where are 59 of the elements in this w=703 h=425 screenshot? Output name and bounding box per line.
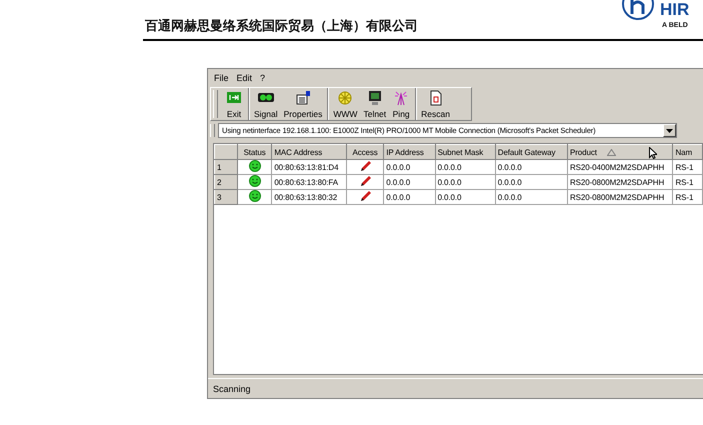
row-header[interactable]: 1 — [214, 160, 238, 174]
smiley-icon — [248, 190, 261, 202]
column-header[interactable]: Product — [568, 144, 673, 160]
smiley-icon — [248, 160, 261, 172]
table-cell: RS20-0800M2M2SDAPHH — [568, 190, 673, 204]
row-header[interactable]: 2 — [214, 174, 238, 190]
smiley-icon — [248, 176, 261, 187]
ping-icon — [393, 90, 410, 106]
table-cell: RS20-0400M2M2SDAPHH — [568, 160, 673, 174]
rescan-icon — [428, 90, 444, 106]
properties-icon — [295, 90, 312, 106]
properties-button[interactable]: Properties — [280, 88, 326, 120]
table-cell: 00:80:63:13:80:32 — [272, 190, 346, 204]
column-header[interactable]: MAC Address — [272, 144, 346, 160]
column-header[interactable]: Status — [237, 144, 272, 160]
column-header[interactable]: Access — [346, 144, 384, 160]
table-cell: 0.0.0.0 — [384, 174, 436, 190]
sort-icon — [606, 148, 616, 156]
table-cell: 00:80:63:13:81:D4 — [272, 160, 346, 174]
rescan-button[interactable]: Rescan — [418, 88, 453, 120]
menu-item[interactable]: Edit — [236, 72, 252, 82]
table-cell: 0.0.0.0 — [495, 174, 568, 190]
table-cell: 0.0.0.0 — [435, 174, 496, 190]
table-cell: 0.0.0.0 — [384, 190, 436, 204]
menu-item[interactable]: ? — [260, 72, 266, 82]
exit-icon — [226, 90, 242, 106]
pencil-icon — [359, 160, 372, 172]
exit-button[interactable]: Exit — [222, 88, 246, 120]
table-cell: RS-1 — [672, 190, 702, 204]
column-header[interactable]: IP Address — [384, 144, 436, 160]
table-cell: 0.0.0.0 — [495, 160, 568, 174]
signal-button[interactable]: Signal — [251, 88, 281, 120]
row-header[interactable]: 3 — [214, 190, 238, 204]
status-text: Scanning — [213, 384, 251, 394]
logo-text: HIR — [660, 0, 690, 19]
ping-button[interactable]: Ping — [389, 88, 414, 120]
table-cell: 0.0.0.0 — [384, 160, 436, 174]
table-cell: RS20-0800M2M2SDAPHH — [568, 174, 673, 190]
table-cell: 00:80:63:13:80:FA — [272, 174, 346, 190]
caret-icon — [666, 128, 673, 132]
table-cell: 0.0.0.0 — [435, 190, 496, 204]
telnet-button[interactable]: Telnet — [360, 88, 390, 120]
pencil-icon — [359, 176, 372, 187]
table-cell: RS-1 — [672, 160, 702, 174]
column-header[interactable]: Nam — [672, 144, 702, 160]
column-header[interactable]: Subnet Mask — [435, 144, 496, 160]
column-header[interactable]: Default Gateway — [495, 144, 568, 160]
www-icon — [337, 90, 354, 106]
www-button[interactable]: WWW — [330, 88, 360, 120]
dropdown-button[interactable] — [663, 124, 676, 137]
pencil-icon — [359, 190, 372, 202]
company-name: 百通网赫思曼络系统国际贸易（上海）有限公司 — [145, 18, 418, 35]
menu-item[interactable]: File — [214, 72, 229, 82]
table-cell: RS-1 — [672, 174, 702, 190]
table-cell: 0.0.0.0 — [495, 190, 568, 204]
logo-icon — [620, 0, 656, 20]
telnet-icon — [366, 90, 383, 106]
cursor-icon — [649, 147, 657, 159]
table-cell: 0.0.0.0 — [435, 160, 496, 174]
